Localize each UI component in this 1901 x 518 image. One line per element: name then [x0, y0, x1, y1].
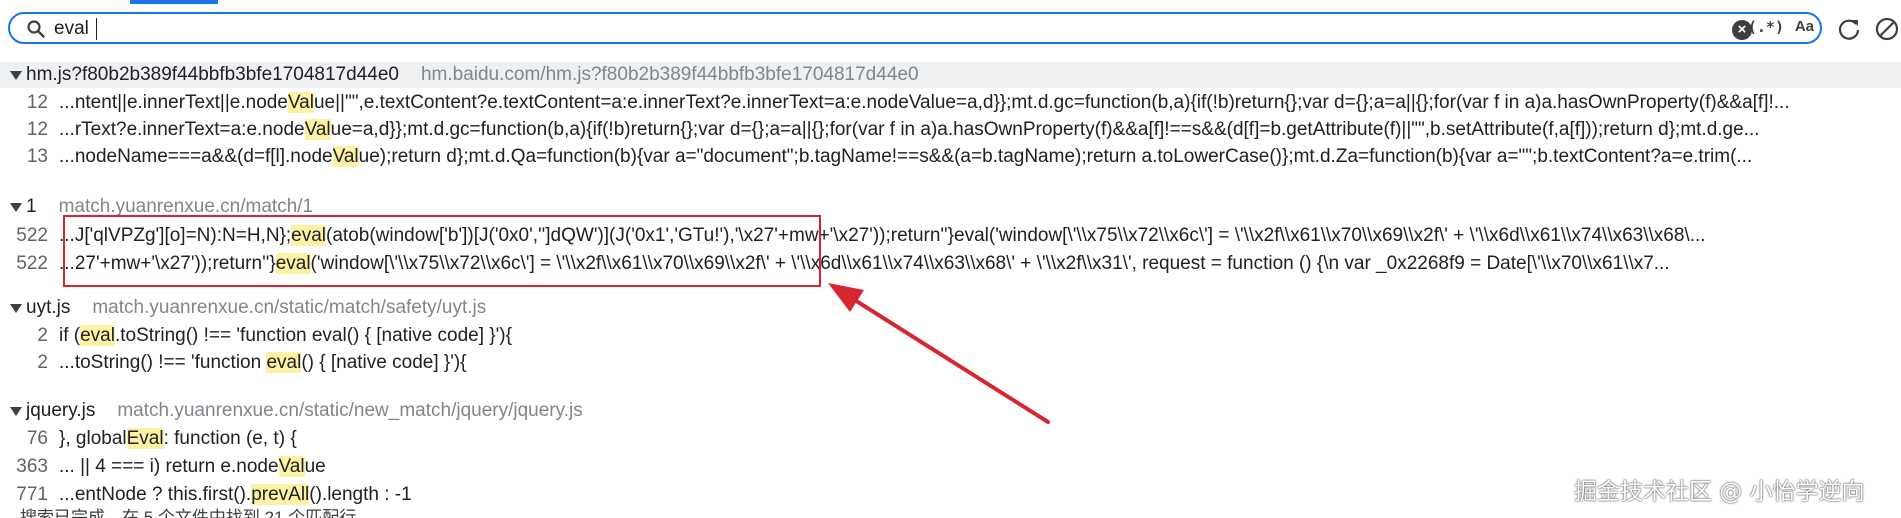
- file-url: match.yuanrenxue.cn/match/1: [58, 196, 314, 217]
- match-highlight: Eval: [126, 428, 164, 449]
- expand-triangle-icon[interactable]: [10, 71, 22, 80]
- expand-triangle-icon[interactable]: [10, 407, 22, 416]
- match-highlight: eval: [80, 325, 115, 346]
- expand-triangle-icon[interactable]: [10, 203, 22, 212]
- file-url: match.yuanrenxue.cn/static/new_match/jqu…: [117, 400, 583, 421]
- match-highlight: prevAll: [251, 484, 310, 505]
- code-snippet: ...ntent||e.innerText||e.nodeValue||"",e…: [59, 92, 1790, 113]
- code-snippet: ...entNode ? this.first().prevAll().leng…: [59, 484, 412, 505]
- status-bar: 搜索已完成。在 5 个文件中找到 21 个匹配行。: [20, 508, 374, 518]
- match-highlight: Val: [287, 92, 314, 113]
- result-group-header[interactable]: hm.js?f80b2b389f44bbfb3bfe1704817d44e0 hm…: [0, 62, 1901, 88]
- line-number: 2: [37, 352, 48, 373]
- cancel-search-icon[interactable]: [1874, 16, 1900, 42]
- code-snippet: ... || 4 === i) return e.nodeValue: [59, 456, 326, 477]
- search-bar: eval × (.*) Aa: [0, 6, 1901, 50]
- file-name: uyt.js: [26, 297, 71, 318]
- match-highlight: eval: [266, 352, 302, 373]
- search-icon: [27, 20, 45, 38]
- match-highlight: Val: [278, 456, 305, 477]
- file-name: 1: [26, 196, 37, 217]
- expand-triangle-icon[interactable]: [10, 304, 22, 313]
- file-name: jquery.js: [26, 400, 96, 421]
- line-number: 363: [16, 456, 48, 477]
- code-snippet: }, globalEval: function (e, t) {: [59, 428, 297, 449]
- match-highlight: Val: [304, 119, 331, 140]
- watermark: 掘金技术社区 @ 小怡学逆向: [1574, 479, 1865, 505]
- refresh-icon[interactable]: [1836, 16, 1862, 42]
- search-input[interactable]: eval: [54, 16, 89, 42]
- active-tab-indicator: [130, 0, 218, 4]
- code-snippet: if (eval.toString() !== 'function eval()…: [59, 325, 512, 346]
- match-case-button[interactable]: Aa: [1795, 18, 1814, 35]
- file-url: match.yuanrenxue.cn/static/match/safety/…: [92, 297, 487, 318]
- match-highlight: Val: [332, 146, 359, 167]
- line-number: 12: [26, 119, 48, 140]
- line-number: 522: [16, 225, 48, 246]
- search-box[interactable]: eval × (.*) Aa: [8, 12, 1822, 44]
- line-number: 76: [26, 428, 48, 449]
- regex-toggle-button[interactable]: (.*): [1748, 18, 1784, 36]
- result-row[interactable]: 12 ...rText?e.innerText=a:e.nodeValue=a,…: [0, 116, 1901, 143]
- line-number: 2: [37, 325, 48, 346]
- text-caret: [96, 18, 97, 40]
- line-number: 12: [26, 92, 48, 113]
- annotation-arrow: [828, 283, 1050, 424]
- file-name: hm.js?f80b2b389f44bbfb3bfe1704817d44e0: [26, 64, 399, 85]
- result-row[interactable]: 13 ...nodeName===a&&(d=f[l].nodeValue);r…: [0, 143, 1901, 170]
- line-number: 522: [16, 253, 48, 274]
- result-row[interactable]: 12 ...ntent||e.innerText||e.nodeValue||"…: [0, 89, 1901, 116]
- code-snippet: ...toString() !== 'function eval() { [na…: [59, 352, 467, 373]
- line-number: 771: [16, 484, 48, 505]
- code-snippet: ...rText?e.innerText=a:e.nodeValue=a,d}}…: [59, 119, 1760, 140]
- file-url: hm.baidu.com/hm.js?f80b2b389f44bbfb3bfe1…: [420, 64, 919, 85]
- code-snippet: ...nodeName===a&&(d=f[l].nodeValue);retu…: [59, 146, 1753, 167]
- line-number: 13: [26, 146, 48, 167]
- annotation-highlight-box: [63, 215, 821, 287]
